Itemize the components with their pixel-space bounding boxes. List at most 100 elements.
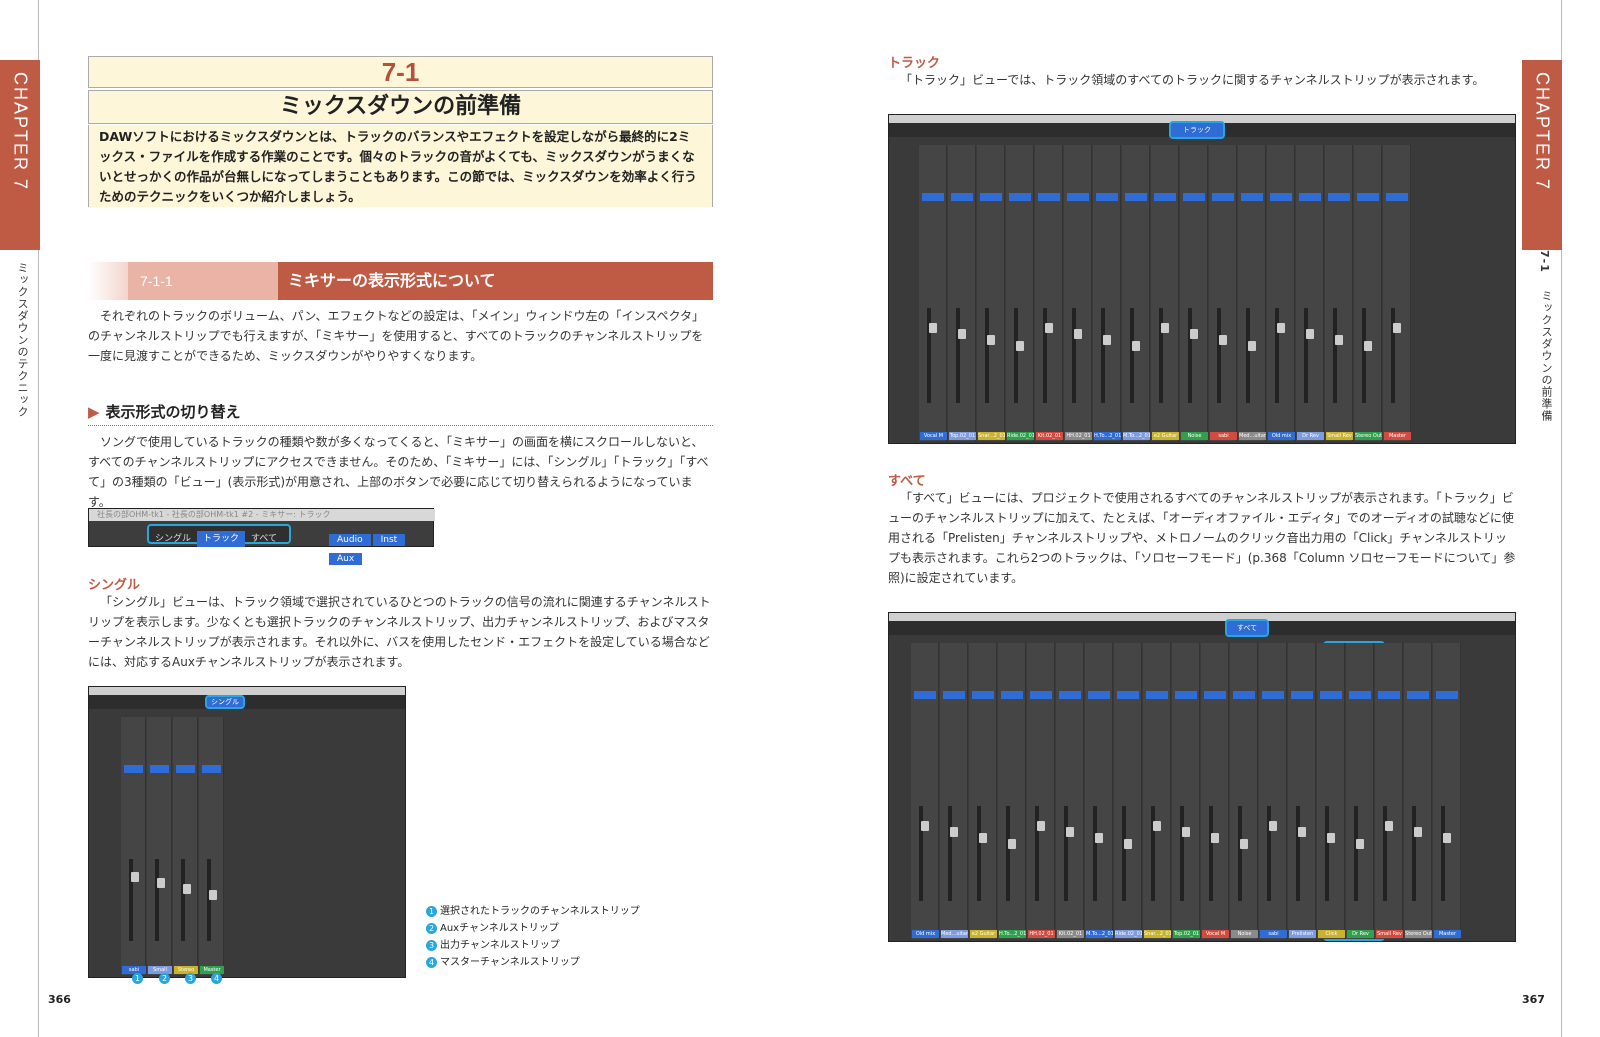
fader-knob[interactable] (1153, 820, 1161, 831)
filter-inst-button[interactable]: Inst (372, 534, 406, 546)
channel-strip[interactable]: Master (1433, 643, 1461, 939)
view-segmented-control[interactable]: シングル トラック すべて (147, 524, 291, 547)
plugin-slot[interactable] (1146, 691, 1168, 699)
fader-knob[interactable] (1182, 826, 1190, 837)
volume-fader-track[interactable] (1101, 307, 1105, 403)
plugin-slot[interactable] (1349, 691, 1371, 699)
channel-strip[interactable]: Old mix (911, 643, 939, 939)
fader-knob[interactable] (1277, 322, 1285, 333)
channel-strip[interactable]: Stereo Out (1354, 145, 1382, 441)
volume-fader-track[interactable] (1130, 307, 1134, 403)
channel-strip[interactable]: Old mix (1267, 145, 1295, 441)
plugin-slot[interactable] (1125, 193, 1147, 201)
fader-knob[interactable] (1248, 340, 1256, 351)
fader-knob[interactable] (1037, 820, 1045, 831)
fader-knob[interactable] (1132, 340, 1140, 351)
view-all-button[interactable]: すべて (245, 531, 283, 547)
volume-fader-track[interactable] (155, 858, 159, 942)
plugin-slot[interactable] (1175, 691, 1197, 699)
fader-knob[interactable] (1298, 826, 1306, 837)
channel-strip[interactable]: M.To...2_01 (1085, 643, 1113, 939)
fader-knob[interactable] (958, 328, 966, 339)
volume-fader-track[interactable] (1014, 307, 1018, 403)
fader-knob[interactable] (1211, 832, 1219, 843)
volume-fader-track[interactable] (948, 805, 952, 901)
fader-knob[interactable] (1240, 838, 1248, 849)
volume-fader-track[interactable] (1064, 805, 1068, 901)
volume-fader-track[interactable] (977, 805, 981, 901)
channel-strip[interactable]: Top.02_01 (948, 145, 976, 441)
channel-strip[interactable]: Noise Guitar (1230, 643, 1258, 939)
channel-strip[interactable]: H.To...2_01 (998, 643, 1026, 939)
fader-knob[interactable] (131, 871, 139, 882)
fader-knob[interactable] (1219, 334, 1227, 345)
plugin-slot[interactable] (1436, 691, 1458, 699)
plugin-slot[interactable] (1241, 193, 1263, 201)
volume-fader-track[interactable] (1412, 805, 1416, 901)
channel-strip[interactable]: Top.02_01 (1172, 643, 1200, 939)
fader-knob[interactable] (1364, 340, 1372, 351)
plugin-slot[interactable] (1357, 193, 1379, 201)
channel-strip[interactable]: Ride.02_01 (1006, 145, 1034, 441)
channel-strip[interactable]: e2 Guitar (969, 643, 997, 939)
volume-fader-track[interactable] (1325, 805, 1329, 901)
channel-strip[interactable]: Snar...2_01 (977, 145, 1005, 441)
volume-fader-track[interactable] (1093, 805, 1097, 901)
channel-strip[interactable]: Small Rev (1375, 643, 1403, 939)
channel-strip[interactable]: Master (1383, 145, 1411, 441)
fader-knob[interactable] (1124, 838, 1132, 849)
channel-strip[interactable]: HH.02_01 (1064, 145, 1092, 441)
volume-fader-track[interactable] (1180, 805, 1184, 901)
channel-strip[interactable]: Kit.02_01 (1035, 145, 1063, 441)
view-track-button[interactable]: トラック (197, 531, 246, 547)
volume-fader-track[interactable] (1362, 307, 1366, 403)
channel-strip[interactable]: Kit.02_01 (1056, 643, 1084, 939)
fader-knob[interactable] (1269, 820, 1277, 831)
plugin-slot[interactable] (124, 765, 143, 773)
plugin-slot[interactable] (1030, 691, 1052, 699)
channel-strip[interactable]: Ride.02_01 (1114, 643, 1142, 939)
fader-knob[interactable] (1393, 322, 1401, 333)
plugin-slot[interactable] (922, 193, 944, 201)
fader-knob[interactable] (950, 826, 958, 837)
plugin-slot[interactable] (1183, 193, 1205, 201)
channel-strip[interactable]: Stereo Out (1404, 643, 1432, 939)
channel-strip[interactable]: Snar...2_01 (1143, 643, 1171, 939)
plugin-slot[interactable] (1059, 691, 1081, 699)
volume-fader-track[interactable] (956, 307, 960, 403)
fader-knob[interactable] (1335, 334, 1343, 345)
plugin-slot[interactable] (980, 193, 1002, 201)
volume-fader-track[interactable] (1246, 307, 1250, 403)
plugin-slot[interactable] (972, 691, 994, 699)
channel-strip[interactable]: Noise Guitar (1180, 145, 1208, 441)
plugin-slot[interactable] (1038, 193, 1060, 201)
plugin-slot[interactable] (1270, 193, 1292, 201)
fader-knob[interactable] (1356, 838, 1364, 849)
volume-fader-track[interactable] (1122, 805, 1126, 901)
channel-strip[interactable]: Small Rev (147, 717, 172, 975)
plugin-slot[interactable] (1009, 193, 1031, 201)
fader-knob[interactable] (1103, 334, 1111, 345)
channel-strip[interactable]: sabi Guitar (121, 717, 146, 975)
channel-strip[interactable]: Vocal M (1201, 643, 1229, 939)
channel-strip[interactable]: Stereo Out (173, 717, 198, 975)
plugin-slot[interactable] (1291, 691, 1313, 699)
fader-knob[interactable] (1385, 820, 1393, 831)
plugin-slot[interactable] (176, 765, 195, 773)
channel-strip[interactable]: Med...uitar (1238, 145, 1266, 441)
single-view-highlight[interactable]: シングル (205, 695, 245, 709)
volume-fader-track[interactable] (1072, 307, 1076, 403)
plugin-slot[interactable] (1212, 193, 1234, 201)
plugin-slot[interactable] (202, 765, 221, 773)
all-view-highlight[interactable]: すべて (1225, 619, 1269, 637)
plugin-slot[interactable] (1386, 193, 1408, 201)
channel-strip[interactable]: Dr Rev (1296, 145, 1324, 441)
plugin-slot[interactable] (1299, 193, 1321, 201)
channel-strip[interactable]: Vocal M (919, 145, 947, 441)
fader-knob[interactable] (1161, 322, 1169, 333)
channel-strip[interactable]: e2 Guitar (1151, 145, 1179, 441)
fader-knob[interactable] (1443, 832, 1451, 843)
fader-knob[interactable] (1045, 322, 1053, 333)
fader-knob[interactable] (1095, 832, 1103, 843)
plugin-slot[interactable] (1328, 193, 1350, 201)
